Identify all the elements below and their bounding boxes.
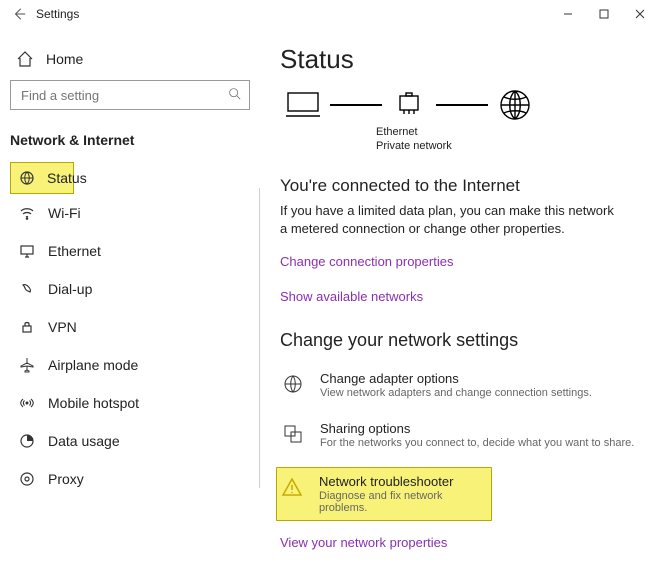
search-icon	[228, 87, 241, 103]
sidebar: Home Network & Internet Status Wi-Fi	[0, 28, 260, 561]
window-title: Settings	[36, 7, 79, 21]
sidebar-item-label: VPN	[48, 319, 77, 335]
search-input[interactable]	[19, 87, 228, 104]
sidebar-item-label: Mobile hotspot	[48, 395, 139, 411]
sidebar-item-wifi[interactable]: Wi-Fi	[10, 194, 250, 232]
warning-icon	[279, 474, 305, 514]
minimize-button[interactable]	[550, 2, 586, 26]
row-title: Change adapter options	[320, 371, 646, 386]
hotspot-icon	[18, 394, 36, 412]
row-title: Network troubleshooter	[319, 474, 485, 489]
link-view-network-properties[interactable]: View your network properties	[280, 535, 646, 550]
sidebar-item-status[interactable]: Status	[10, 162, 74, 194]
diagram-ethernet-subtype: Private network	[376, 139, 646, 153]
sidebar-item-label: Data usage	[48, 433, 120, 449]
minimize-icon	[563, 9, 573, 19]
sidebar-item-proxy[interactable]: Proxy	[10, 460, 250, 498]
vpn-icon	[18, 318, 36, 336]
globe-icon	[494, 87, 536, 123]
sharing-icon	[280, 421, 306, 449]
adapter-icon	[280, 371, 306, 399]
maximize-button[interactable]	[586, 2, 622, 26]
proxy-icon	[18, 470, 36, 488]
back-arrow-icon	[12, 7, 26, 21]
row-title: Sharing options	[320, 421, 646, 436]
home-icon	[16, 50, 34, 68]
sidebar-item-ethernet[interactable]: Ethernet	[10, 232, 250, 270]
row-network-troubleshooter[interactable]: Network troubleshooter Diagnose and fix …	[276, 467, 492, 521]
sidebar-item-vpn[interactable]: VPN	[10, 308, 250, 346]
sidebar-item-hotspot[interactable]: Mobile hotspot	[10, 384, 250, 422]
diagram-link	[330, 104, 382, 106]
link-change-connection-properties[interactable]: Change connection properties	[280, 254, 646, 269]
sidebar-item-dialup[interactable]: Dial-up	[10, 270, 250, 308]
titlebar: Settings	[0, 0, 664, 28]
row-desc: For the networks you connect to, decide …	[320, 437, 646, 449]
airplane-icon	[18, 356, 36, 374]
nav-home-label: Home	[46, 51, 83, 67]
search-input-wrapper[interactable]	[10, 80, 250, 110]
diagram-caption: Ethernet Private network	[376, 125, 646, 154]
row-sharing-options[interactable]: Sharing options For the networks you con…	[280, 421, 646, 449]
sidebar-divider	[259, 188, 260, 488]
diagram-link	[436, 104, 488, 106]
ethernet-icon	[388, 87, 430, 123]
sidebar-item-datausage[interactable]: Data usage	[10, 422, 250, 460]
connected-heading: You're connected to the Internet	[280, 176, 646, 196]
page-title: Status	[280, 44, 646, 75]
monitor-icon	[18, 242, 36, 260]
nav-home[interactable]: Home	[10, 40, 250, 80]
change-settings-heading: Change your network settings	[280, 330, 646, 351]
row-desc: View network adapters and change connect…	[320, 387, 646, 399]
dialup-icon	[18, 280, 36, 298]
close-button[interactable]	[622, 2, 658, 26]
category-heading: Network & Internet	[10, 128, 250, 162]
sidebar-item-label: Proxy	[48, 471, 84, 487]
status-icon	[19, 169, 35, 187]
wifi-icon	[18, 204, 36, 222]
datausage-icon	[18, 432, 36, 450]
computer-icon	[282, 87, 324, 123]
connected-body: If you have a limited data plan, you can…	[280, 202, 620, 238]
diagram-ethernet-label: Ethernet	[376, 125, 646, 139]
sidebar-item-label: Wi-Fi	[48, 205, 81, 221]
sidebar-item-airplane[interactable]: Airplane mode	[10, 346, 250, 384]
row-change-adapter-options[interactable]: Change adapter options View network adap…	[280, 371, 646, 399]
connection-diagram	[280, 87, 646, 123]
close-icon	[635, 9, 645, 19]
sidebar-item-label: Ethernet	[48, 243, 101, 259]
back-button[interactable]	[6, 1, 32, 27]
row-desc: Diagnose and fix network problems.	[319, 490, 485, 514]
maximize-icon	[599, 9, 609, 19]
main-content: Status Ethernet Private network You're c…	[260, 28, 664, 561]
sidebar-item-label: Dial-up	[48, 281, 92, 297]
sidebar-item-label: Status	[47, 170, 87, 186]
link-show-available-networks[interactable]: Show available networks	[280, 289, 646, 304]
sidebar-item-label: Airplane mode	[48, 357, 138, 373]
